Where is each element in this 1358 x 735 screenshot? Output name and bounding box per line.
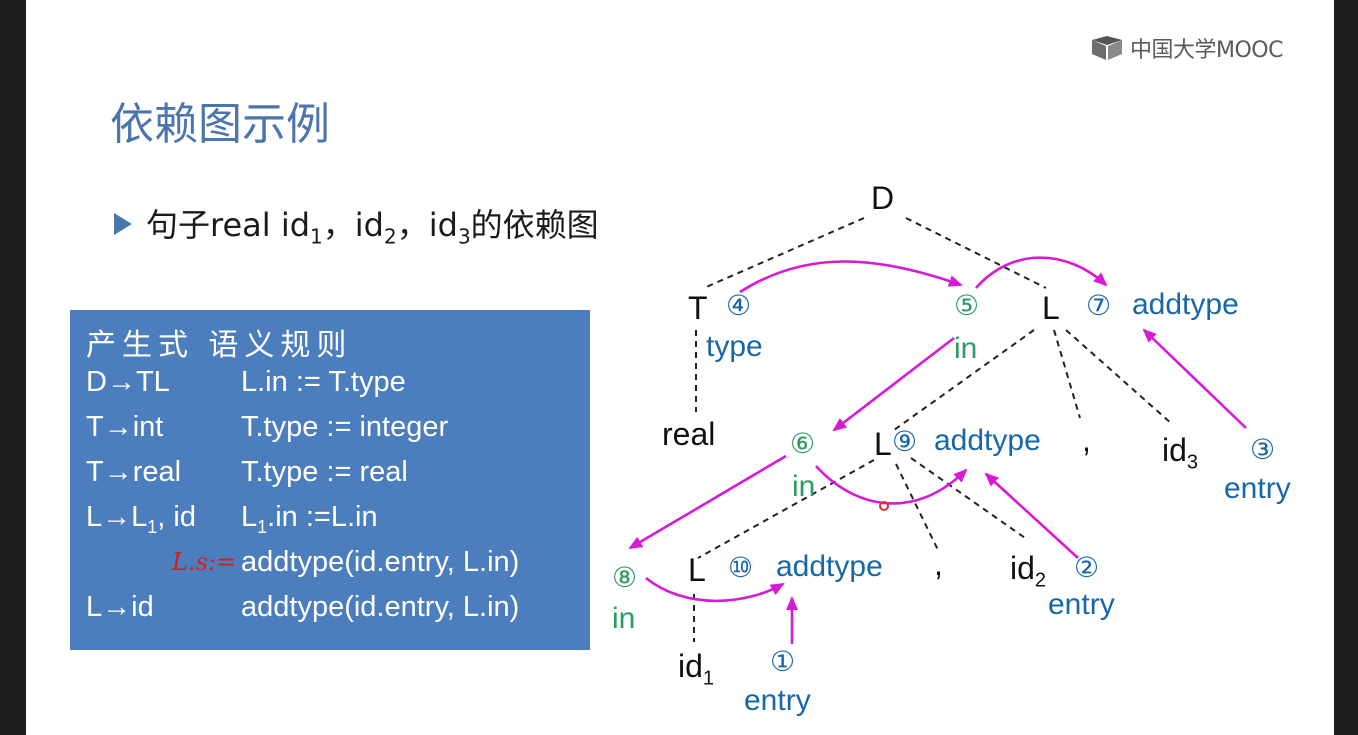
node-6-number: ⑥ [790, 427, 816, 460]
node-5-number: ⑤ [954, 289, 980, 322]
attr-addtype-7: addtype [1132, 288, 1239, 321]
arrow-6-8 [628, 454, 787, 550]
node-L9: L [874, 426, 892, 462]
edge-L-id3 [1065, 329, 1173, 425]
node-L10: L [688, 552, 706, 588]
edge-D-T [703, 217, 865, 289]
arrow-8-10 [645, 576, 785, 603]
arrow-5-6 [832, 336, 955, 432]
node-comma-2: , [934, 546, 943, 582]
attr-in-8: in [612, 602, 636, 635]
node-7-number: ⑦ [1086, 289, 1112, 322]
attr-addtype-10: addtype [776, 550, 883, 583]
node-L-root: L [1042, 290, 1060, 326]
attr-entry-3: entry [1224, 472, 1291, 505]
node-real: real [662, 416, 716, 452]
node-T: T [688, 290, 708, 326]
node-id3: id3 [1162, 432, 1199, 474]
edge-D-L [905, 217, 1047, 289]
attr-addtype-9: addtype [934, 424, 1041, 457]
arrow-2-9 [984, 472, 1079, 559]
edge-L9-L10 [697, 459, 875, 559]
node-1-number: ① [770, 645, 796, 678]
slide: 中国大学MOOC 依赖图示例 句子real id1，id2，id3的依赖图 产生… [26, 0, 1334, 735]
node-8-number: ⑧ [612, 561, 638, 594]
arrow-4-5 [739, 260, 963, 294]
edge-L9-id2 [910, 457, 1029, 541]
dependency-graph [628, 217, 1247, 644]
attr-entry-2: entry [1048, 588, 1115, 621]
node-3-number: ③ [1250, 433, 1276, 466]
attr-type: type [706, 330, 763, 363]
attr-in-6: in [792, 470, 816, 503]
edge-L-comma [1053, 329, 1081, 419]
node-id2: id2 [1010, 550, 1047, 592]
node-D: D [871, 180, 895, 216]
node-2-number: ② [1074, 551, 1100, 584]
attr-entry-1: entry [744, 684, 811, 717]
attr-in-5: in [954, 332, 978, 365]
edge-L9-comma [895, 463, 939, 551]
node-10-number: ⑩ [728, 551, 754, 584]
node-4-number: ④ [726, 289, 752, 322]
node-9-number: ⑨ [892, 425, 918, 458]
node-id1: id1 [678, 648, 715, 690]
node-comma-1: , [1082, 422, 1091, 458]
arrow-6-9 [815, 465, 968, 505]
